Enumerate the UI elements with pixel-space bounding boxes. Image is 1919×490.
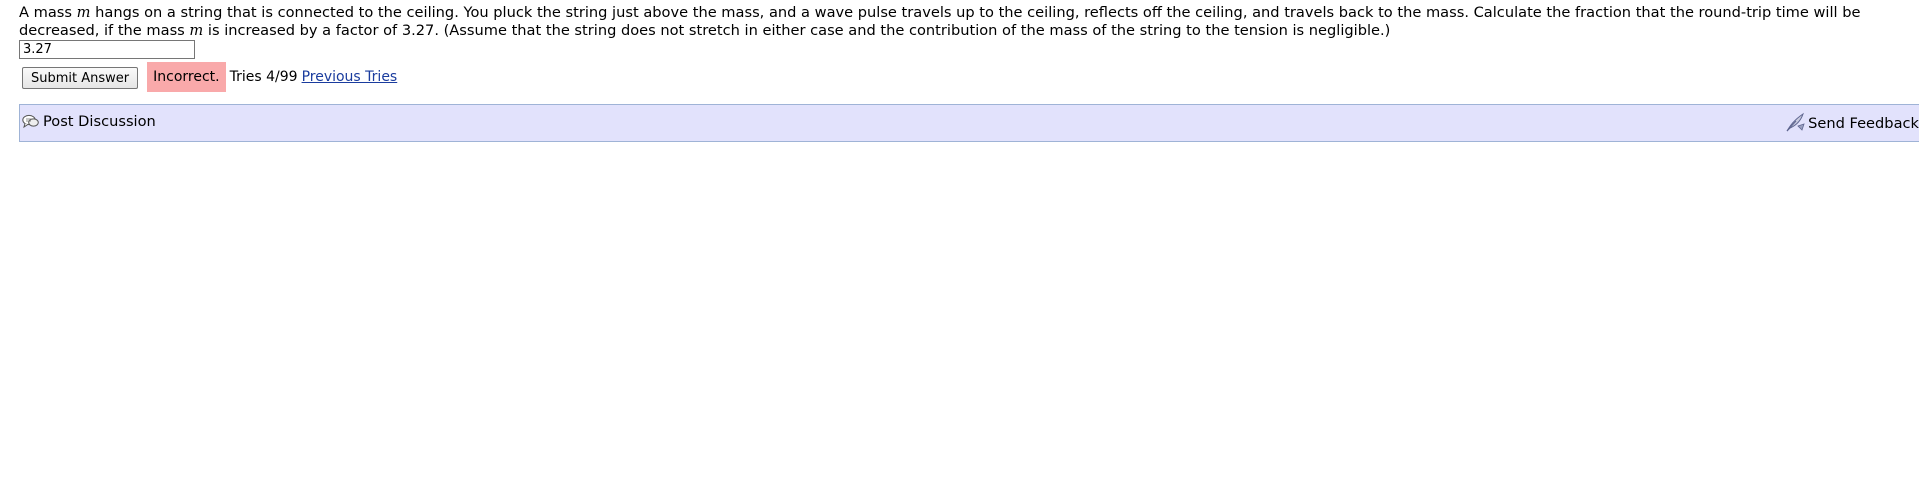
- problem-text: A mass m hangs on a string that is conne…: [19, 4, 1915, 40]
- mass-variable: m: [76, 4, 91, 21]
- discussion-bar: Post Discussion Send Feedback: [19, 104, 1919, 142]
- submit-answer-button[interactable]: Submit Answer: [22, 67, 139, 89]
- answer-input[interactable]: [19, 40, 195, 59]
- send-feedback-label: Send Feedback: [1808, 114, 1919, 132]
- answer-controls: Submit Answer Incorrect. Tries 4/99 Prev…: [22, 62, 398, 92]
- previous-tries-link[interactable]: Previous Tries: [302, 69, 398, 85]
- tries-count: Tries 4/99: [229, 69, 298, 85]
- page: A mass m hangs on a string that is conne…: [0, 0, 1919, 490]
- problem-text-part3: is increased by a factor of 3.27. (Assum…: [203, 22, 1391, 39]
- post-discussion-label: Post Discussion: [43, 113, 156, 130]
- speech-bubbles-icon: [22, 114, 39, 129]
- status-badge: Incorrect.: [147, 62, 226, 92]
- mass-variable: m: [189, 22, 204, 39]
- status-label: Incorrect.: [153, 69, 220, 85]
- post-discussion-button[interactable]: Post Discussion: [22, 113, 156, 130]
- problem-text-part1: A mass: [19, 4, 77, 21]
- quill-pen-icon: [1786, 112, 1805, 132]
- send-feedback-button[interactable]: Send Feedback: [1784, 112, 1919, 134]
